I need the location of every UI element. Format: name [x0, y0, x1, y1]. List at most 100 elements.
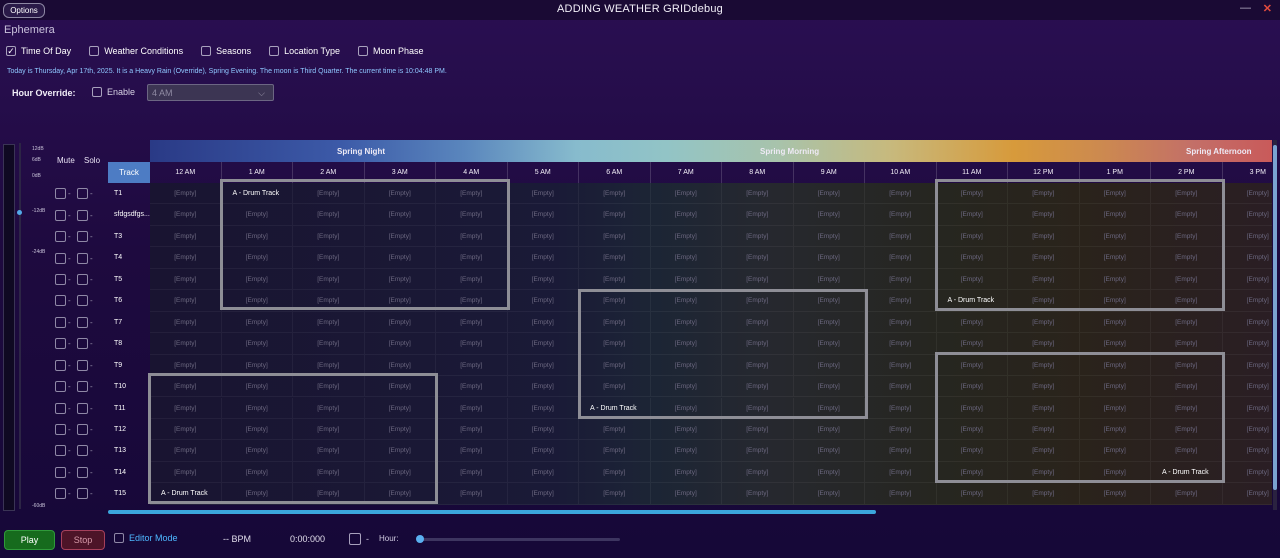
mute-checkbox[interactable] [55, 445, 66, 457]
solo-checkbox[interactable] [77, 402, 88, 414]
track-name[interactable]: T1 [114, 183, 150, 204]
solo-checkbox[interactable] [77, 188, 88, 200]
empty-cell[interactable]: [Empty] [1222, 376, 1272, 398]
empty-cell[interactable]: [Empty] [579, 183, 651, 205]
empty-cell[interactable]: [Empty] [650, 268, 722, 291]
empty-cell[interactable]: [Empty] [507, 247, 579, 269]
empty-cell[interactable]: [Empty] [722, 225, 794, 248]
empty-cell[interactable]: [Empty] [793, 483, 865, 505]
mute-checkbox[interactable] [55, 209, 66, 221]
stop-button[interactable]: Stop [61, 530, 105, 550]
empty-cell[interactable]: [Empty] [1222, 419, 1272, 441]
empty-cell[interactable]: [Empty] [865, 247, 937, 269]
empty-cell[interactable]: [Empty] [1222, 204, 1272, 226]
track-name[interactable]: T13 [114, 440, 150, 461]
track-name[interactable]: T14 [114, 462, 150, 483]
empty-cell[interactable]: [Empty] [507, 333, 579, 355]
track-name[interactable]: T9 [114, 355, 150, 376]
empty-cell[interactable]: [Empty] [1079, 483, 1151, 505]
empty-cell[interactable]: [Empty] [436, 461, 508, 484]
empty-cell[interactable]: [Empty] [579, 204, 651, 226]
empty-cell[interactable]: [Empty] [1222, 440, 1272, 462]
empty-cell[interactable]: [Empty] [1222, 290, 1272, 312]
empty-cell[interactable]: [Empty] [507, 225, 579, 248]
checkbox-icon[interactable] [269, 46, 280, 56]
track-header[interactable]: Track [108, 162, 150, 183]
empty-cell[interactable]: [Empty] [1151, 483, 1223, 505]
empty-cell[interactable]: [Empty] [936, 483, 1008, 505]
empty-cell[interactable]: [Empty] [865, 268, 937, 291]
empty-cell[interactable]: [Empty] [1222, 312, 1272, 334]
empty-cell[interactable]: [Empty] [722, 483, 794, 505]
empty-cell[interactable]: [Empty] [150, 204, 222, 226]
track-name[interactable]: T8 [114, 333, 150, 354]
empty-cell[interactable]: [Empty] [1151, 311, 1223, 334]
solo-checkbox[interactable] [77, 316, 88, 328]
hour-override-enable[interactable]: Enable [92, 87, 135, 97]
filter-location-type[interactable]: Location Type [269, 46, 340, 56]
empty-cell[interactable]: [Empty] [865, 397, 937, 419]
track-name[interactable]: T11 [114, 398, 150, 419]
empty-cell[interactable]: [Empty] [507, 483, 579, 505]
empty-cell[interactable]: [Empty] [436, 397, 508, 419]
minimize-icon[interactable]: — [1240, 2, 1251, 14]
solo-checkbox[interactable] [77, 424, 88, 436]
empty-cell[interactable]: [Empty] [150, 247, 222, 269]
empty-cell[interactable]: [Empty] [436, 376, 508, 398]
solo-checkbox[interactable] [77, 273, 88, 285]
filter-seasons[interactable]: Seasons [201, 46, 251, 56]
checkbox-icon[interactable]: ✓ [6, 46, 16, 56]
empty-cell[interactable]: [Empty] [865, 311, 937, 334]
empty-cell[interactable]: [Empty] [865, 376, 937, 398]
empty-cell[interactable]: [Empty] [1008, 311, 1080, 334]
volume-slider-track[interactable] [19, 143, 21, 509]
empty-cell[interactable]: [Empty] [150, 311, 222, 334]
mute-checkbox[interactable] [55, 424, 66, 436]
empty-cell[interactable]: [Empty] [1222, 483, 1272, 505]
checkbox-icon[interactable] [201, 46, 212, 56]
empty-cell[interactable]: [Empty] [865, 418, 937, 441]
close-icon[interactable]: ✕ [1263, 2, 1272, 15]
mute-checkbox[interactable] [55, 295, 66, 307]
empty-cell[interactable]: [Empty] [650, 225, 722, 248]
empty-cell[interactable]: [Empty] [1222, 398, 1272, 419]
empty-cell[interactable]: [Empty] [865, 183, 937, 205]
empty-cell[interactable]: [Empty] [150, 290, 222, 312]
empty-cell[interactable]: [Empty] [436, 311, 508, 334]
solo-checkbox[interactable] [77, 488, 88, 500]
empty-cell[interactable]: [Empty] [1222, 333, 1272, 355]
empty-cell[interactable]: [Empty] [865, 225, 937, 248]
solo-checkbox[interactable] [77, 381, 88, 393]
track-name[interactable]: T10 [114, 376, 150, 397]
track-name[interactable]: T4 [114, 247, 150, 268]
checkbox-icon[interactable] [349, 533, 361, 545]
vertical-scrollbar-thumb[interactable] [1273, 145, 1277, 490]
mute-checkbox[interactable] [55, 252, 66, 264]
empty-cell[interactable]: [Empty] [1222, 247, 1272, 269]
play-button[interactable]: Play [4, 530, 55, 550]
empty-cell[interactable]: [Empty] [722, 183, 794, 205]
empty-cell[interactable]: [Empty] [865, 461, 937, 484]
empty-cell[interactable]: [Empty] [722, 418, 794, 441]
solo-checkbox[interactable] [77, 359, 88, 371]
empty-cell[interactable]: [Empty] [579, 418, 651, 441]
mute-checkbox[interactable] [55, 338, 66, 350]
empty-cell[interactable]: [Empty] [150, 183, 222, 205]
mute-checkbox[interactable] [55, 381, 66, 393]
editor-mode-toggle[interactable]: Editor Mode [114, 533, 178, 543]
empty-cell[interactable]: [Empty] [1008, 483, 1080, 505]
empty-cell[interactable]: [Empty] [793, 183, 865, 205]
empty-cell[interactable]: [Empty] [650, 183, 722, 205]
empty-cell[interactable]: [Empty] [579, 483, 651, 505]
empty-cell[interactable]: [Empty] [507, 183, 579, 205]
empty-cell[interactable]: [Empty] [436, 354, 508, 377]
checkbox-icon[interactable] [114, 533, 124, 543]
empty-cell[interactable]: [Empty] [579, 440, 651, 462]
empty-cell[interactable]: [Empty] [507, 461, 579, 484]
empty-cell[interactable]: [Empty] [793, 225, 865, 248]
hour-slider-track[interactable] [418, 538, 620, 541]
empty-cell[interactable]: [Empty] [650, 204, 722, 226]
empty-cell[interactable]: [Empty] [507, 376, 579, 398]
mute-checkbox[interactable] [55, 466, 66, 478]
track-name[interactable]: T12 [114, 419, 150, 440]
